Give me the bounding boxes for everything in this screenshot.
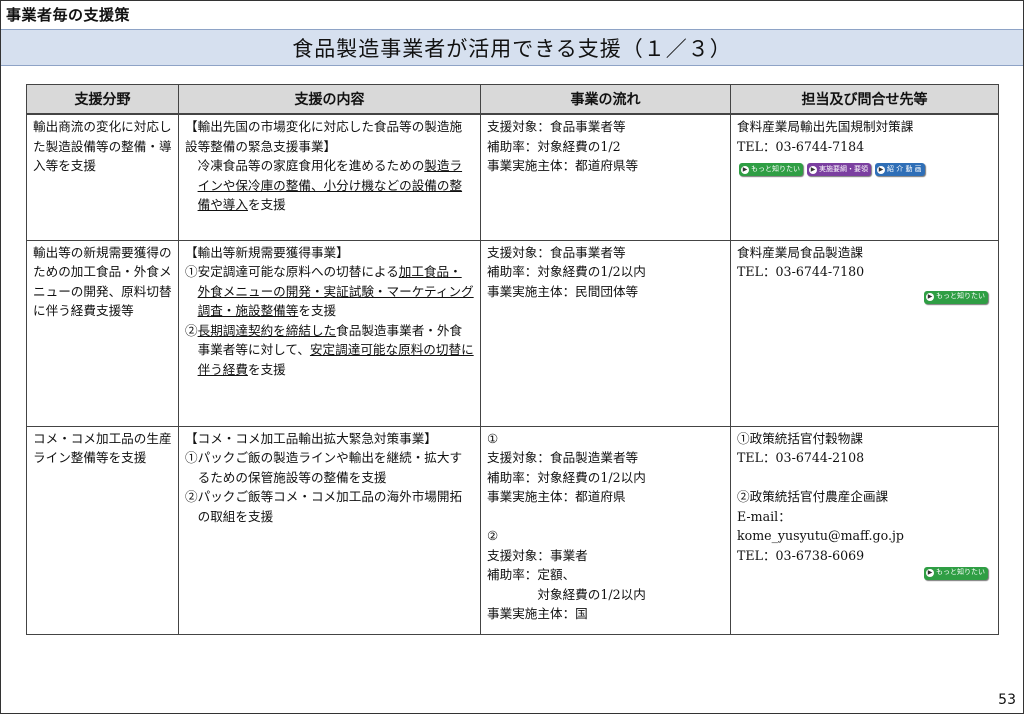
arrow-right-circle-icon: ▶ [926, 569, 934, 577]
guidelines-button[interactable]: ▶ 実施要綱・要領 [807, 163, 871, 176]
header-content: 支援の内容 [178, 84, 481, 115]
intro-video-button[interactable]: ▶ 紹 介 動 画 [875, 163, 925, 176]
section-label: 事業者毎の支援策 [6, 6, 131, 24]
row1-flow: 支援対象：食品事業者等 補助率：対象経費の1/2 事業実施主体：都道府県等 [480, 113, 731, 241]
table-row: 輸出等の新規需要獲得のための加工食品・外食メニューの開発、原料切替に伴う経費支援… [26, 239, 999, 427]
table-row: 輸出商流の変化に対応した製造設備等の整備・導入等を支援 【輸出先国の市場変化に対… [26, 113, 999, 241]
row1-content: 【輸出先国の市場変化に対応した食品等の製造施設等整備の緊急支援事業】 冷凍食品等… [178, 113, 481, 241]
title-bar: 食品製造事業者が活用できる支援（１／３） [1, 29, 1023, 66]
arrow-right-circle-icon: ▶ [926, 293, 934, 301]
row1-contact: 食料産業局輸出先国規制対策課 TEL：03-6744-7184 ▶ もっと知りたい… [730, 113, 999, 241]
support-table: 支援分野 支援の内容 事業の流れ 担当及び問合せ先等 輸出商流の変化に対応した製… [26, 84, 999, 635]
arrow-right-circle-icon: ▶ [809, 165, 817, 174]
row2-flow: 支援対象：食品事業者等 補助率：対象経費の1/2以内 事業実施主体：民間団体等 [480, 239, 731, 427]
row2-contact: 食料産業局食品製造課 TEL：03-6744-7180 ▶ もっと知りたい [730, 239, 999, 427]
learn-more-button[interactable]: ▶ もっと知りたい [924, 290, 988, 304]
row1-program-name: 【輸出先国の市場変化に対応した食品等の製造施設等整備の緊急支援事業】 [185, 119, 463, 154]
row3-contact: ①政策統括官付穀物課 TEL：03-6744-2108 ②政策統括官付農産企画課… [730, 425, 999, 635]
header-contact: 担当及び問合せ先等 [730, 84, 999, 115]
row2-buttons: ▶ もっと知りたい [924, 290, 988, 304]
row3-flow: ① 支援対象：食品製造業者等 補助率：対象経費の1/2以内 事業実施主体：都道府… [480, 425, 731, 635]
row3-content: 【コメ・コメ加工品輸出拡大緊急対策事業】 ①パックご飯の製造ラインや輸出を継続・… [178, 425, 481, 635]
page-title: 食品製造事業者が活用できる支援（１／３） [292, 37, 732, 61]
row3-buttons: ▶ もっと知りたい [924, 566, 988, 580]
header-field: 支援分野 [26, 84, 179, 115]
row2-content: 【輸出等新規需要獲得事業】 ①安定調達可能な原料への切替による加工食品・外食メニ… [178, 239, 481, 427]
header-flow: 事業の流れ [480, 84, 731, 115]
row2-field: 輸出等の新規需要獲得のための加工食品・外食メニューの開発、原料切替に伴う経費支援… [26, 239, 179, 427]
table-header-row: 支援分野 支援の内容 事業の流れ 担当及び問合せ先等 [26, 84, 999, 115]
row1-buttons: ▶ もっと知りたい ▶ 実施要綱・要領 ▶ 紹 介 動 画 [739, 163, 925, 176]
arrow-right-circle-icon: ▶ [741, 165, 749, 174]
learn-more-button[interactable]: ▶ もっと知りたい [739, 163, 803, 176]
arrow-right-circle-icon: ▶ [877, 165, 885, 174]
row1-desc: 冷凍食品等の家庭食用化を進めるための製造ラインや保冷庫の整備、小分け機などの設備… [197, 158, 463, 212]
contact-email: kome_yusyutu@maff.go.jp [737, 528, 904, 543]
row3-field: コメ・コメ加工品の生産ライン整備等を支援 [26, 425, 179, 635]
row1-field: 輸出商流の変化に対応した製造設備等の整備・導入等を支援 [26, 113, 179, 241]
learn-more-button[interactable]: ▶ もっと知りたい [924, 566, 988, 580]
page-number: 53 [998, 692, 1016, 708]
table-row: コメ・コメ加工品の生産ライン整備等を支援 【コメ・コメ加工品輸出拡大緊急対策事業… [26, 425, 999, 635]
